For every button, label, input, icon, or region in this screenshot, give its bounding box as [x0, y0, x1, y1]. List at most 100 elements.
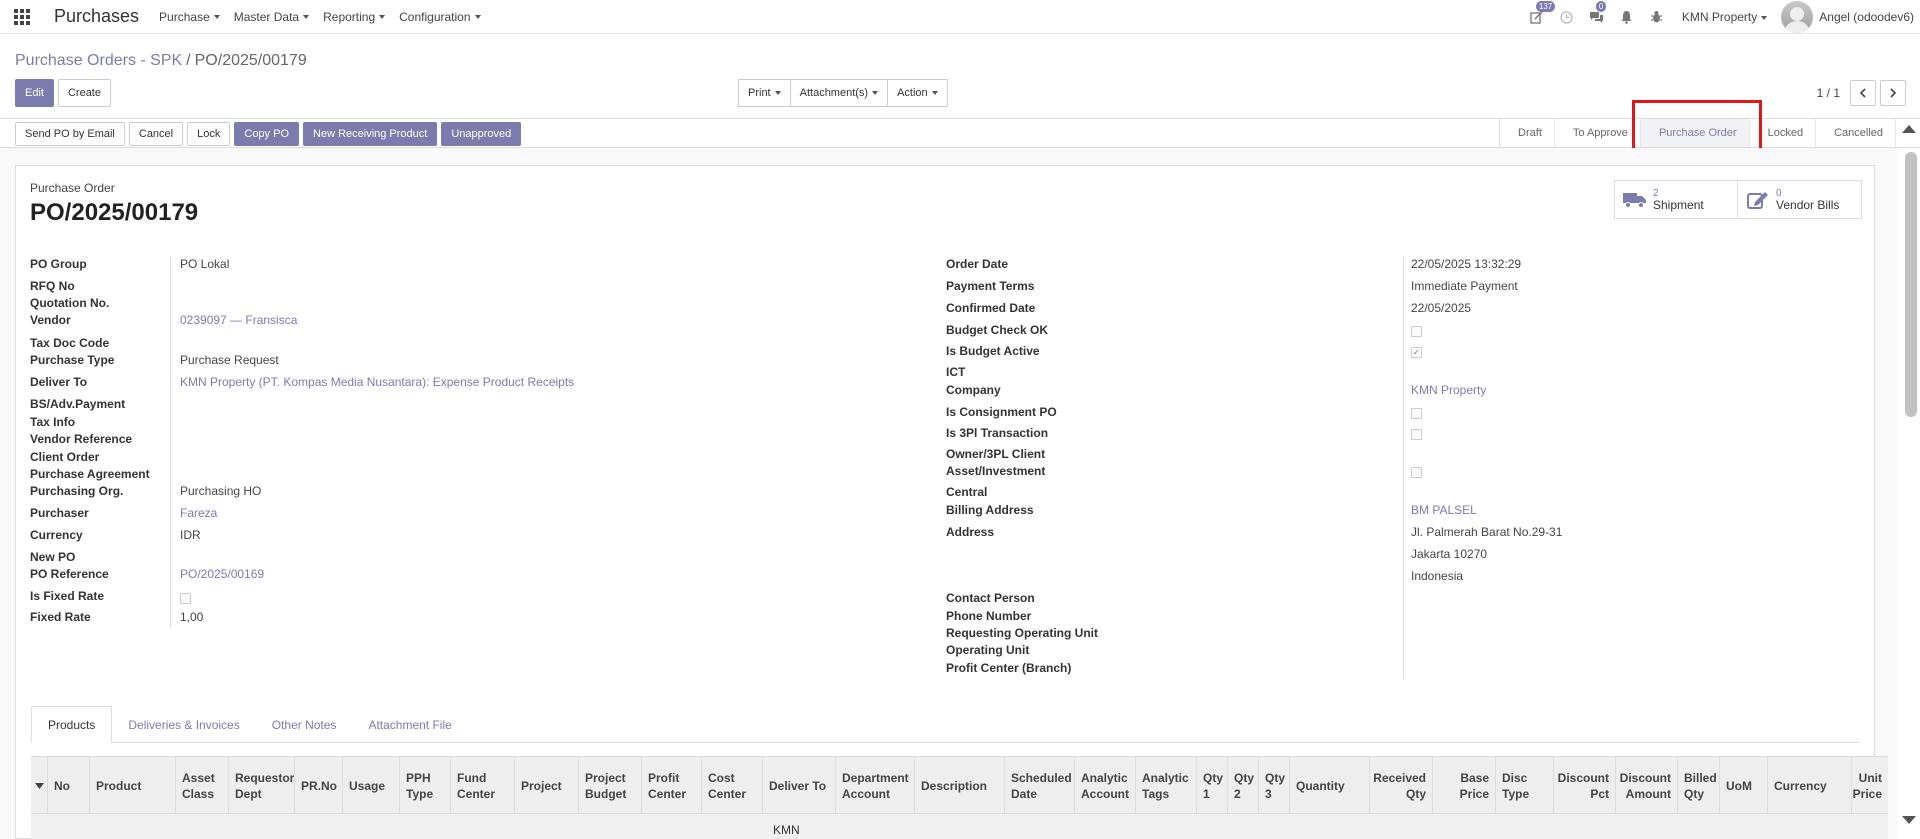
menu-reporting[interactable]: Reporting: [323, 10, 386, 24]
col-deliver-to[interactable]: Deliver To: [762, 757, 835, 813]
col-department-account[interactable]: Department Account: [835, 757, 914, 813]
sort-toggle[interactable]: [31, 757, 47, 813]
fixed-rate-value[interactable]: 1,00: [180, 610, 203, 624]
tab-products[interactable]: Products: [31, 706, 113, 743]
send-po-email-button[interactable]: Send PO by Email: [15, 122, 125, 146]
billing-address-label: Billing Address: [946, 503, 1034, 517]
budget-check-ok-checkbox[interactable]: [1411, 326, 1422, 337]
address-line-1: Jl. Palmerah Barat No.29-31: [1411, 525, 1563, 539]
tab-other-notes[interactable]: Other Notes: [256, 706, 353, 743]
company-link[interactable]: KMN Property: [1411, 383, 1486, 397]
col-usage[interactable]: Usage: [342, 757, 399, 813]
col-asset-class[interactable]: Asset Class: [175, 757, 228, 813]
action-dropdown[interactable]: Action: [887, 79, 948, 107]
avatar[interactable]: [1781, 1, 1814, 33]
col-discount-amount[interactable]: Discount Amount: [1615, 757, 1677, 813]
debug-bug-icon[interactable]: [1642, 0, 1672, 34]
col-cost-center[interactable]: Cost Center: [701, 757, 762, 813]
col-no[interactable]: No: [47, 757, 89, 813]
menu-purchase[interactable]: Purchase: [159, 10, 220, 24]
bell-icon[interactable]: [1612, 0, 1642, 34]
is-fixed-rate-checkbox[interactable]: [180, 593, 191, 604]
confirmed-date-value[interactable]: 22/05/2025: [1411, 301, 1471, 315]
col-quantity[interactable]: Quantity: [1289, 757, 1369, 813]
po-reference-link[interactable]: PO/2025/00169: [180, 567, 264, 581]
menu-master-data[interactable]: Master Data: [234, 10, 310, 24]
vendor-link[interactable]: 0239097 — Fransisca: [180, 313, 297, 327]
unapproved-button[interactable]: Unapproved: [441, 122, 522, 146]
col-pr-no[interactable]: PR.No: [294, 757, 342, 813]
chevron-down-icon: [213, 15, 220, 20]
order-date-value[interactable]: 22/05/2025 13:32:29: [1411, 257, 1521, 271]
lock-button[interactable]: Lock: [187, 122, 231, 146]
col-qty3[interactable]: Qty 3: [1258, 757, 1289, 813]
col-qty2[interactable]: Qty 2: [1227, 757, 1258, 813]
edit-button[interactable]: Edit: [15, 79, 54, 107]
col-uom[interactable]: UoM: [1719, 757, 1767, 813]
messages-icon[interactable]: 0: [1582, 0, 1612, 34]
col-fund-center[interactable]: Fund Center: [450, 757, 514, 813]
copy-po-button[interactable]: Copy PO: [234, 122, 300, 146]
col-unit-price[interactable]: Unit Price: [1851, 757, 1888, 813]
col-scheduled-date[interactable]: Scheduled Date: [1004, 757, 1074, 813]
col-billed-qty[interactable]: Billed Qty: [1677, 757, 1719, 813]
scrollbar-thumb[interactable]: [1905, 152, 1917, 417]
col-pph-type[interactable]: PPH Type: [399, 757, 450, 813]
stage-cancelled[interactable]: Cancelled: [1816, 119, 1896, 147]
col-profit-center[interactable]: Profit Center: [641, 757, 701, 813]
po-group-value[interactable]: PO Lokal: [180, 257, 229, 271]
currency-value[interactable]: IDR: [180, 528, 201, 542]
scroll-up-arrow-icon[interactable]: [1902, 125, 1916, 133]
is-budget-active-checkbox[interactable]: ✓: [1411, 347, 1422, 358]
stage-draft[interactable]: Draft: [1500, 119, 1555, 147]
is-3pl-transaction-checkbox[interactable]: [1411, 429, 1422, 440]
pager-next-button[interactable]: [1880, 80, 1906, 106]
tab-deliveries-invoices[interactable]: Deliveries & Invoices: [112, 706, 255, 743]
activity-icon[interactable]: 137: [1522, 0, 1556, 34]
col-base-price[interactable]: Base Price: [1432, 757, 1495, 813]
chevron-down-icon: [774, 91, 781, 95]
company-switcher[interactable]: KMN Property: [1682, 10, 1768, 24]
table-row[interactable]: KMN: [31, 814, 1888, 839]
create-button[interactable]: Create: [57, 79, 111, 107]
deliver-to-link[interactable]: KMN Property (PT. Kompas Media Nusantara…: [180, 375, 574, 389]
col-description[interactable]: Description: [914, 757, 1004, 813]
menu-configuration[interactable]: Configuration: [399, 10, 481, 24]
col-currency[interactable]: Currency: [1767, 757, 1851, 813]
col-project[interactable]: Project: [514, 757, 578, 813]
shipment-smart-button[interactable]: 2 Shipment: [1615, 181, 1738, 218]
payment-terms-value[interactable]: Immediate Payment: [1411, 279, 1518, 293]
col-analytic-account[interactable]: Analytic Account: [1074, 757, 1135, 813]
new-receiving-product-button[interactable]: New Receiving Product: [303, 122, 438, 146]
col-product[interactable]: Product: [89, 757, 175, 813]
print-dropdown[interactable]: Print: [738, 79, 791, 107]
col-project-budget[interactable]: Project Budget: [578, 757, 641, 813]
user-menu[interactable]: Angel (odoodev6): [1819, 10, 1914, 24]
apps-menu-icon[interactable]: [0, 0, 44, 34]
breadcrumb-parent-link[interactable]: Purchase Orders - SPK: [15, 52, 182, 69]
is-consignment-po-checkbox[interactable]: [1411, 408, 1422, 419]
pager-previous-button[interactable]: [1850, 80, 1876, 106]
stage-to-approve[interactable]: To Approve: [1555, 119, 1641, 147]
col-discount-pct[interactable]: Discount Pct: [1553, 757, 1615, 813]
vendor-bills-smart-button[interactable]: 0 Vendor Bills: [1738, 181, 1861, 218]
attachments-dropdown[interactable]: Attachment(s): [789, 79, 889, 107]
pager-value[interactable]: 1 / 1: [1817, 86, 1840, 100]
tab-attachment-file[interactable]: Attachment File: [352, 706, 467, 743]
chevron-left-icon: [1859, 88, 1866, 98]
smart-buttons: 2 Shipment 0 Vendor Bills: [1614, 180, 1862, 219]
col-received-qty[interactable]: Received Qty: [1369, 757, 1432, 813]
asset-investment-checkbox[interactable]: [1411, 467, 1422, 478]
purchaser-link[interactable]: Fareza: [180, 506, 217, 520]
purchase-type-value[interactable]: Purchase Request: [180, 353, 279, 367]
phone-number-label: Phone Number: [946, 609, 1032, 623]
col-analytic-tags[interactable]: Analytic Tags: [1135, 757, 1196, 813]
col-disc-type[interactable]: Disc Type: [1495, 757, 1553, 813]
col-requestor-dept[interactable]: Requestor Dept: [228, 757, 294, 813]
clock-icon[interactable]: [1552, 0, 1582, 34]
billing-address-link[interactable]: BM PALSEL: [1411, 503, 1477, 517]
col-qty1[interactable]: Qty 1: [1196, 757, 1227, 813]
cancel-button[interactable]: Cancel: [128, 122, 184, 146]
scroll-down-arrow-icon[interactable]: [1902, 816, 1916, 824]
purchasing-org-value[interactable]: Purchasing HO: [180, 484, 261, 498]
